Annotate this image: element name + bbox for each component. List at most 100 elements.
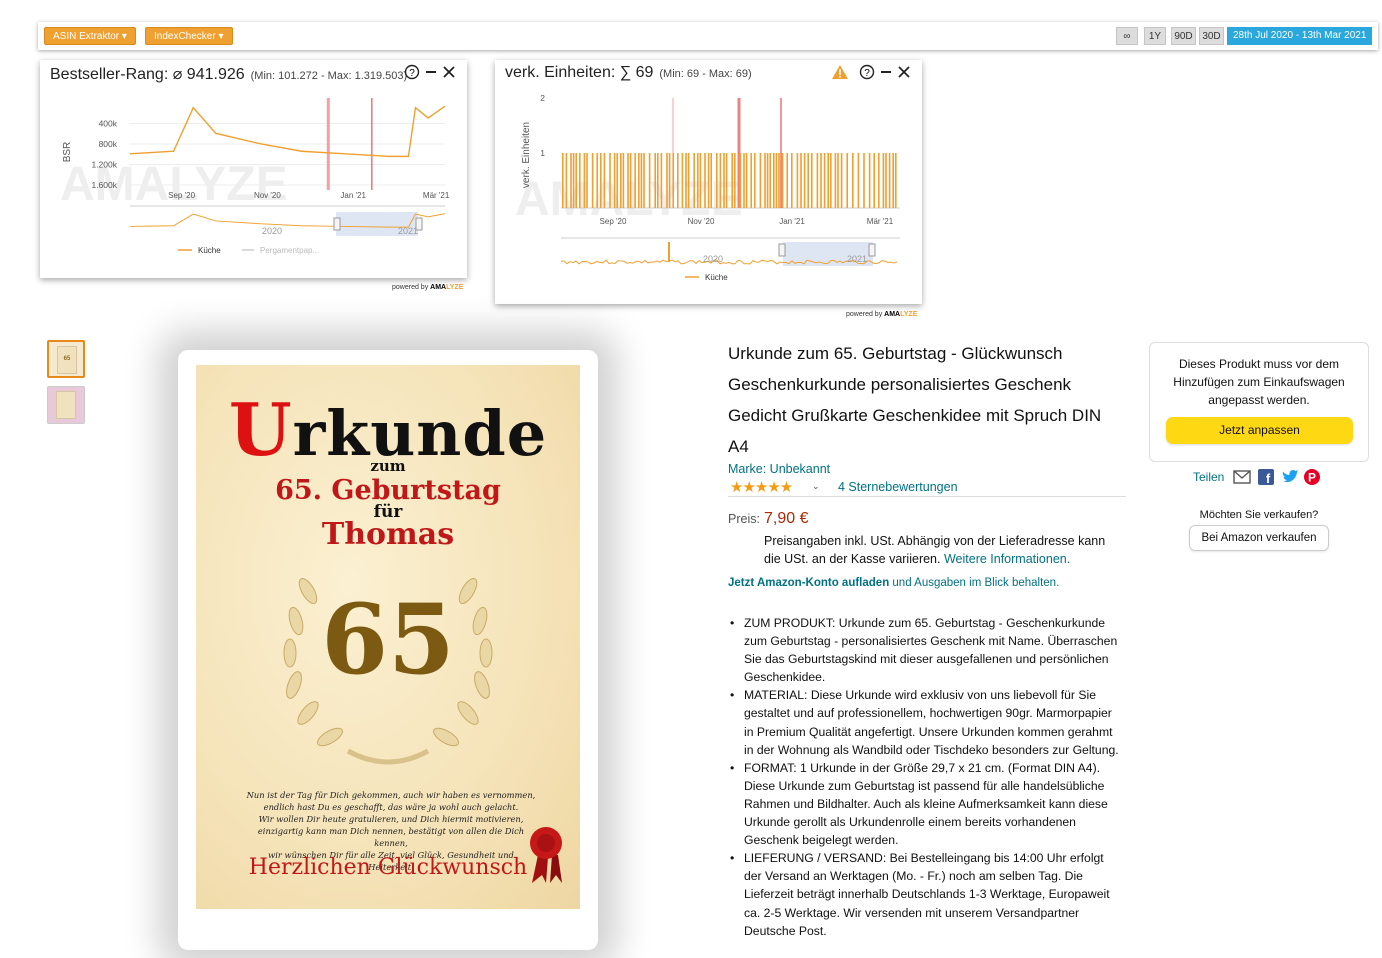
units-chart-widget: verk. Einheiten: ∑ 69 (Min: 69 - Max: 69)… — [495, 60, 922, 304]
pinterest-icon[interactable]: P — [1304, 469, 1320, 490]
bar — [704, 153, 706, 208]
bar — [873, 153, 875, 208]
bar — [750, 153, 752, 208]
share-link[interactable]: Teilen — [1193, 470, 1224, 484]
bar — [773, 153, 775, 208]
bar — [766, 153, 769, 208]
bar — [616, 153, 618, 208]
chevron-down-icon[interactable]: ⌄ — [812, 481, 820, 492]
brand-link[interactable]: Marke: Unbekannt — [728, 462, 830, 476]
index-checker-dropdown[interactable]: IndexChecker ▾ — [145, 27, 233, 45]
svg-text:f: f — [1266, 471, 1271, 485]
thumbnail-image — [56, 391, 76, 419]
price-label: Preis: — [728, 512, 760, 526]
bar — [863, 153, 865, 208]
x-tick-label: Mär '21 — [867, 217, 894, 226]
brand-ama: AMA — [884, 311, 901, 318]
series-line-kueche — [129, 105, 446, 158]
navigator-handle — [868, 243, 876, 257]
navigator-label: 2020 — [262, 226, 282, 236]
bar — [830, 153, 832, 208]
bar — [827, 153, 829, 208]
powered-text: powered by — [846, 311, 883, 318]
powered-text: powered by — [392, 284, 429, 291]
bar — [807, 153, 809, 208]
bar — [613, 153, 616, 208]
verse-line: Wir wollen Dir heute gratulieren, und Di… — [258, 814, 524, 824]
bar — [596, 153, 598, 208]
amalyze-toolbar: ASIN Extraktor ▾ IndexChecker ▾ ∞ 1Y 90D… — [38, 22, 1378, 50]
price-note: Preisangaben inkl. USt. Abhängig von der… — [764, 532, 1119, 568]
bar — [769, 153, 771, 208]
buy-box: Dieses Produkt muss vor dem Hinzufügen z… — [1149, 342, 1369, 462]
bar — [638, 153, 640, 208]
y-axis-label: BSR — [62, 142, 73, 163]
verse-line: endlich hast Du es geschafft, das wäre j… — [263, 802, 519, 812]
bar — [575, 153, 577, 208]
list-item: LIEFERUNG / VERSAND: Bei Bestelleingang … — [728, 849, 1123, 939]
bar — [745, 153, 748, 208]
customize-button[interactable]: Jetzt anpassen — [1166, 417, 1353, 444]
bar — [778, 153, 780, 208]
sell-on-amazon-button[interactable]: Bei Amazon verkaufen — [1189, 525, 1329, 551]
cert-number: 65 — [321, 583, 455, 696]
svg-text:P: P — [1308, 471, 1316, 485]
bar — [570, 153, 572, 208]
thumbnail-image: 65 — [57, 346, 77, 374]
bar — [654, 153, 656, 208]
more-info-link[interactable]: Weitere Informationen. — [944, 552, 1070, 566]
bar — [754, 153, 756, 208]
sell-label: Möchten Sie verkaufen? — [1199, 509, 1319, 521]
bar — [800, 153, 802, 208]
navigator-label: 2020 — [703, 254, 723, 264]
range-all-button[interactable]: ∞ — [1116, 27, 1138, 45]
bar — [885, 153, 887, 208]
price: 7,90 € — [764, 510, 809, 527]
list-item: ZUM PRODUKT: Urkunde zum 65. Geburtstag … — [728, 614, 1123, 686]
product-image[interactable]: Urkunde zum 65. Geburtstag für Thomas 65… — [196, 365, 580, 909]
bar — [648, 153, 651, 208]
y-axis-label: verk. Einheiten — [521, 122, 532, 188]
divider — [728, 496, 1126, 497]
y-tick-label: 1.600k — [91, 180, 117, 190]
bsr-chart: AMALYZE BSR400k800k1.200k1.600kSep '20 No… — [60, 98, 450, 255]
bar — [868, 153, 871, 208]
facebook-icon[interactable]: f — [1258, 469, 1274, 490]
bar — [796, 153, 799, 208]
bar — [895, 153, 897, 208]
asin-extractor-dropdown[interactable]: ASIN Extraktor ▾ — [44, 27, 136, 45]
units-chart: AMALYZE verk. Einheiten 12Sep '20 Nov '20 J… — [515, 93, 900, 282]
bar — [699, 153, 702, 208]
topup-rest: und Ausgaben im Blick behalten. — [889, 577, 1060, 589]
bar — [609, 153, 611, 208]
range-90d-button[interactable]: 90D — [1171, 27, 1196, 45]
brand-ama: AMA — [430, 284, 447, 291]
bar — [643, 153, 645, 208]
range-1y-button[interactable]: 1Y — [1144, 27, 1166, 45]
bar — [840, 153, 843, 208]
bar — [586, 153, 588, 208]
ratings-link[interactable]: 4 Sternebewertungen — [838, 480, 958, 494]
x-tick-label: Nov '20 — [688, 217, 715, 226]
email-icon[interactable] — [1233, 469, 1251, 490]
bar — [693, 153, 695, 208]
date-range-button[interactable]: 28th Jul 2020 - 13th Mar 2021 — [1227, 27, 1373, 45]
topup-link[interactable]: Jetzt Amazon-Konto aufladen — [728, 577, 889, 589]
bar — [629, 153, 632, 208]
y-tick-label: 2 — [540, 93, 545, 103]
thumbnail-1[interactable]: 65 — [47, 340, 85, 378]
bar — [572, 153, 575, 208]
bar — [811, 153, 813, 208]
star-rating[interactable]: ★★★★★ — [730, 478, 793, 496]
bar — [731, 153, 733, 208]
list-item: FORMAT: 1 Urkunde in der Größe 29,7 x 21… — [728, 759, 1123, 849]
thumbnail-2[interactable] — [47, 386, 85, 424]
bar — [888, 153, 891, 208]
twitter-icon[interactable] — [1281, 469, 1299, 490]
bar — [791, 153, 793, 208]
feature-bullets: ZUM PRODUKT: Urkunde zum 65. Geburtstag … — [728, 614, 1123, 940]
powered-by-units: powered by AMALYZE — [846, 311, 917, 318]
bar — [734, 153, 736, 208]
bar — [892, 153, 894, 208]
range-30d-button[interactable]: 30D — [1199, 27, 1224, 45]
